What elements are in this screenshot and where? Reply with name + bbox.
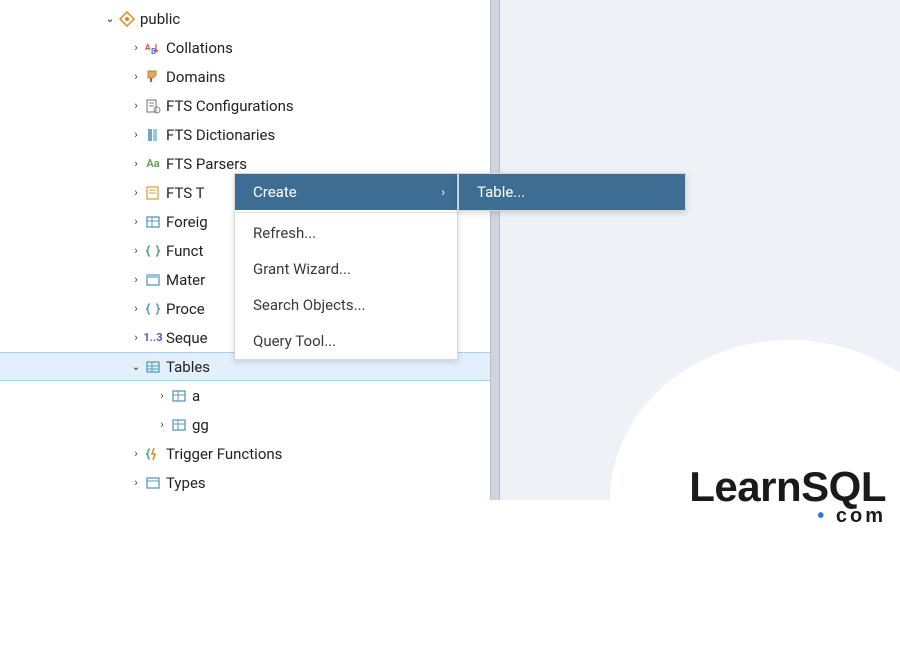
chevron-right-icon[interactable]: ›: [128, 302, 144, 315]
node-label: Funct: [166, 242, 203, 260]
tree-node-table-gg[interactable]: › gg: [0, 410, 490, 439]
tree-node-collations[interactable]: › AB Collations: [0, 33, 490, 62]
tree-node-schema-public[interactable]: ⌄ public: [0, 4, 490, 33]
menu-label: Refresh...: [253, 224, 316, 242]
chevron-right-icon[interactable]: ›: [128, 447, 144, 460]
chevron-right-icon[interactable]: ›: [154, 389, 170, 402]
chevron-right-icon[interactable]: ›: [128, 215, 144, 228]
node-label: gg: [192, 416, 209, 434]
function-icon: [144, 242, 162, 260]
node-label: Trigger Functions: [166, 445, 282, 463]
node-label: Seque: [166, 329, 208, 347]
context-menu-create[interactable]: Create ›: [235, 174, 457, 210]
menu-label: Search Objects...: [253, 296, 365, 314]
node-label: FTS Configurations: [166, 97, 294, 115]
tree-node-table-a[interactable]: › a: [0, 381, 490, 410]
logo-sql: SQL: [801, 463, 886, 510]
fts-template-icon: [144, 184, 162, 202]
menu-label: Create: [253, 183, 297, 201]
chevron-right-icon: ›: [441, 185, 445, 199]
menu-label: Grant Wizard...: [253, 260, 351, 278]
chevron-right-icon[interactable]: ›: [154, 418, 170, 431]
menu-label: Query Tool...: [253, 332, 336, 350]
collation-icon: AB: [144, 39, 162, 57]
trigger-function-icon: [144, 445, 162, 463]
logo-com: com: [836, 505, 886, 527]
foreign-table-icon: [144, 213, 162, 231]
node-label: a: [192, 387, 200, 405]
schema-icon: [118, 10, 136, 28]
chevron-right-icon[interactable]: ›: [128, 70, 144, 83]
node-label: FTS T: [166, 184, 205, 202]
context-menu-grant-wizard[interactable]: Grant Wizard...: [235, 251, 457, 287]
chevron-right-icon[interactable]: ›: [128, 41, 144, 54]
materialized-view-icon: [144, 271, 162, 289]
tree-node-fts-dictionaries[interactable]: › FTS Dictionaries: [0, 120, 490, 149]
fts-config-icon: [144, 97, 162, 115]
submenu-create-table[interactable]: Table...: [459, 174, 685, 210]
logo-learn: Learn: [689, 463, 801, 510]
context-submenu-create: Table...: [458, 173, 686, 211]
panel-splitter[interactable]: [490, 0, 500, 500]
node-label: Types: [166, 474, 206, 492]
table-icon: [170, 416, 188, 434]
node-label: FTS Parsers: [166, 155, 247, 173]
tree-node-trigger-functions[interactable]: › Trigger Functions: [0, 439, 490, 468]
chevron-right-icon[interactable]: ›: [128, 128, 144, 141]
procedure-icon: [144, 300, 162, 318]
node-label: Collations: [166, 39, 233, 57]
table-icon: [170, 387, 188, 405]
chevron-right-icon[interactable]: ›: [128, 476, 144, 489]
tree-node-types[interactable]: › Types: [0, 468, 490, 497]
chevron-down-icon[interactable]: ⌄: [128, 360, 144, 373]
context-menu-refresh[interactable]: Refresh...: [235, 215, 457, 251]
node-label: Proce: [166, 300, 205, 318]
tree-node-fts-configurations[interactable]: › FTS Configurations: [0, 91, 490, 120]
context-menu-search-objects[interactable]: Search Objects...: [235, 287, 457, 323]
type-icon: [144, 474, 162, 492]
node-label: Domains: [166, 68, 225, 86]
node-label: public: [140, 10, 180, 28]
node-label: Foreig: [166, 213, 208, 231]
logo-bullet-icon: •: [817, 505, 827, 527]
chevron-right-icon[interactable]: ›: [128, 273, 144, 286]
learnsql-logo: LearnSQL • com: [689, 463, 886, 528]
menu-label: Table...: [477, 183, 525, 201]
chevron-right-icon[interactable]: ›: [128, 186, 144, 199]
context-menu: Create › Refresh... Grant Wizard... Sear…: [234, 173, 458, 360]
fts-parser-icon: Aa: [144, 155, 162, 173]
tree-node-domains[interactable]: › Domains: [0, 62, 490, 91]
chevron-right-icon[interactable]: ›: [128, 99, 144, 112]
domain-icon: [144, 68, 162, 86]
sequence-icon: 1..3: [144, 329, 162, 347]
fts-dictionary-icon: [144, 126, 162, 144]
node-label: FTS Dictionaries: [166, 126, 275, 144]
node-label: Mater: [166, 271, 205, 289]
node-label: Tables: [166, 358, 210, 376]
chevron-down-icon[interactable]: ⌄: [102, 12, 118, 25]
chevron-right-icon[interactable]: ›: [128, 331, 144, 344]
table-group-icon: [144, 358, 162, 376]
context-menu-query-tool[interactable]: Query Tool...: [235, 323, 457, 359]
menu-separator: [235, 212, 457, 213]
chevron-right-icon[interactable]: ›: [128, 157, 144, 170]
chevron-right-icon[interactable]: ›: [128, 244, 144, 257]
